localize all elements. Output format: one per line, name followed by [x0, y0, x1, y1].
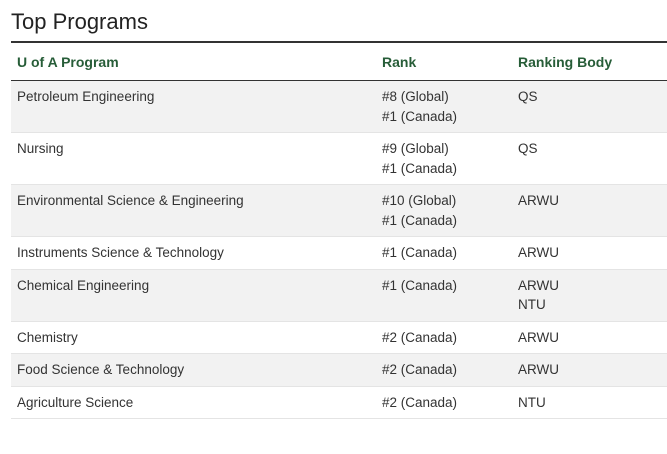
rank-value: #2 (Canada) [382, 329, 458, 345]
ranking-body-value: ARWU [518, 329, 560, 345]
rank-cell: #9 (Global) #1 (Canada) [376, 132, 512, 185]
ranking-body-cell: QS [512, 80, 667, 133]
table-body: Petroleum Engineering #8 (Global) #1 (Cana… [11, 80, 667, 419]
page-title: Top Programs [11, 9, 148, 34]
rank-value: #10 (Global) [382, 193, 457, 208]
program-name-cell: Agriculture Science [11, 386, 376, 419]
rank-value: #1 (Canada) [382, 212, 458, 228]
table-row: Food Science & Technology #2 (Canada) ARWU [11, 353, 667, 387]
ranking-body-cell: QS [512, 132, 667, 185]
ranking-body-value: QS [518, 89, 538, 104]
rank-cell: #2 (Canada) [376, 353, 512, 387]
ranking-body-cell: ARWU NTU [512, 269, 667, 322]
column-header-ranking-body: Ranking Body [512, 42, 667, 81]
rank-value: #1 (Canada) [382, 108, 458, 124]
ranking-body-cell: ARWU [512, 236, 667, 270]
program-name-cell: Environmental Science & Engineering [11, 184, 376, 237]
ranking-body-cell: ARWU [512, 321, 667, 354]
rank-cell: #2 (Canada) [376, 386, 512, 419]
table-row: Agriculture Science #2 (Canada) NTU [11, 386, 667, 419]
page: Top Programs U of A Program Rank Ranking… [0, 0, 667, 454]
ranking-body-value: NTU [518, 394, 546, 410]
table-row: Petroleum Engineering #8 (Global) #1 (Cana… [11, 80, 667, 133]
table-row: Nursing #9 (Global) #1 (Canada) QS [11, 132, 667, 185]
ranking-body-cell: NTU [512, 386, 667, 419]
ranking-body-value: ARWU [518, 193, 560, 208]
ranking-body-cell: ARWU [512, 353, 667, 387]
program-name-cell: Chemical Engineering [11, 269, 376, 322]
rank-value: #9 (Global) [382, 141, 449, 156]
table-row: Environmental Science & Engineering #10 (… [11, 184, 667, 237]
program-name-cell: Petroleum Engineering [11, 80, 376, 133]
rankings-table: U of A Program Rank Ranking Body Petrole… [11, 41, 667, 419]
table-header-row: U of A Program Rank Ranking Body [11, 42, 667, 81]
program-name-cell: Nursing [11, 132, 376, 185]
program-name-cell: Chemistry [11, 321, 376, 354]
table-row: Chemical Engineering #1 (Canada) ARWU NTU [11, 269, 667, 322]
ranking-body-value: ARWU [518, 277, 560, 293]
column-header-program: U of A Program [11, 42, 376, 81]
ranking-body-value: NTU [518, 297, 546, 312]
rank-value: #1 (Canada) [382, 245, 458, 260]
rank-cell: #10 (Global) #1 (Canada) [376, 184, 512, 237]
column-header-rank: Rank [376, 42, 512, 81]
ranking-body-cell: ARWU [512, 184, 667, 237]
ranking-body-value: QS [518, 141, 538, 156]
rank-value: #2 (Canada) [382, 394, 458, 410]
rank-value: #2 (Canada) [382, 362, 458, 377]
program-name-cell: Food Science & Technology [11, 353, 376, 387]
rank-cell: #2 (Canada) [376, 321, 512, 354]
table-row: Instruments Science & Technology #1 (Cana… [11, 236, 667, 270]
table-row: Chemistry #2 (Canada) ARWU [11, 321, 667, 354]
rank-value: #8 (Global) [382, 89, 449, 104]
rank-value: #1 (Canada) [382, 160, 458, 176]
rank-value: #1 (Canada) [382, 277, 458, 293]
rank-cell: #1 (Canada) [376, 236, 512, 270]
program-name-cell: Instruments Science & Technology [11, 236, 376, 270]
ranking-body-value: ARWU [518, 245, 560, 260]
ranking-body-value: ARWU [518, 362, 560, 377]
rank-cell: #8 (Global) #1 (Canada) [376, 80, 512, 133]
rank-cell: #1 (Canada) [376, 269, 512, 322]
